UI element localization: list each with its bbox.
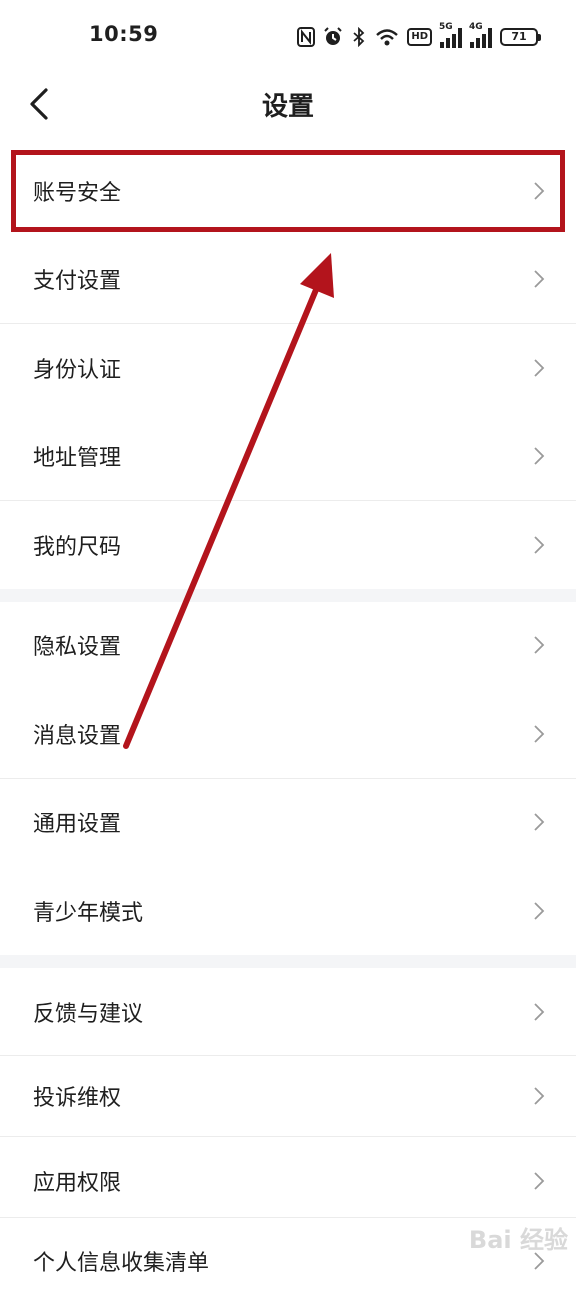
chevron-right-icon	[534, 536, 545, 554]
settings-row-label: 应用权限	[33, 1171, 122, 1196]
row-divider	[0, 1136, 576, 1137]
chevron-right-icon	[534, 902, 545, 920]
settings-row-label: 隐私设置	[33, 635, 122, 660]
settings-row-label: 个人信息收集清单	[33, 1251, 210, 1276]
nfc-icon	[297, 27, 316, 47]
row-divider	[0, 323, 576, 324]
watermark: Bai 经验	[468, 1226, 568, 1254]
settings-row-label: 消息设置	[33, 724, 122, 749]
settings-row[interactable]: 应用权限	[0, 1137, 576, 1225]
row-divider	[0, 778, 576, 779]
status-icons: HD 5G 4G 71	[297, 22, 541, 50]
signal-5g-icon: 5G	[439, 22, 462, 48]
row-divider	[0, 1055, 576, 1056]
chevron-right-icon	[534, 636, 545, 654]
settings-row-label: 反馈与建议	[33, 1002, 144, 1027]
settings-row[interactable]: 投诉维权	[0, 1052, 576, 1140]
status-time: 10:59	[89, 22, 159, 46]
section-gap	[0, 955, 576, 968]
settings-row[interactable]: 地址管理	[0, 412, 576, 500]
settings-row-label: 支付设置	[33, 269, 122, 294]
battery-icon: 71	[500, 28, 541, 46]
settings-row[interactable]: 支付设置	[0, 235, 576, 323]
settings-row[interactable]: 我的尺码	[0, 501, 576, 589]
signal-4g-icon: 4G	[469, 22, 492, 48]
chevron-right-icon	[534, 813, 545, 831]
settings-row-label: 我的尺码	[33, 535, 122, 560]
row-divider	[0, 1217, 576, 1218]
settings-row[interactable]: 青少年模式	[0, 867, 576, 955]
chevron-right-icon	[534, 725, 545, 743]
row-divider	[0, 500, 576, 501]
page-title: 设置	[261, 92, 314, 122]
settings-row-label: 青少年模式	[33, 901, 144, 926]
settings-row[interactable]: 反馈与建议	[0, 968, 576, 1056]
settings-row-label: 投诉维权	[33, 1086, 122, 1111]
chevron-right-icon	[534, 1172, 545, 1190]
hd-icon: HD	[407, 28, 432, 46]
chevron-right-icon	[534, 1003, 545, 1021]
settings-row-label: 身份认证	[33, 358, 122, 383]
alarm-icon	[324, 27, 343, 45]
chevron-right-icon	[534, 182, 545, 200]
section-gap	[0, 589, 576, 602]
chevron-right-icon	[534, 447, 545, 465]
status-bar: 10:59 HD 5G 4G 71	[0, 0, 576, 72]
settings-row[interactable]: 通用设置	[0, 778, 576, 866]
settings-row[interactable]: 身份认证	[0, 324, 576, 412]
wifi-icon	[376, 29, 399, 46]
settings-row-label: 通用设置	[33, 812, 122, 837]
chevron-right-icon	[534, 359, 545, 377]
settings-row[interactable]: 隐私设置	[0, 601, 576, 689]
bluetooth-icon	[353, 27, 365, 47]
settings-row-label: 账号安全	[33, 181, 122, 206]
settings-row-label: 地址管理	[33, 446, 122, 471]
chevron-right-icon	[534, 1087, 545, 1105]
settings-row[interactable]: 账号安全	[0, 147, 576, 235]
chevron-right-icon	[534, 270, 545, 288]
settings-row[interactable]: 消息设置	[0, 690, 576, 778]
page-header: 设置	[0, 72, 576, 142]
